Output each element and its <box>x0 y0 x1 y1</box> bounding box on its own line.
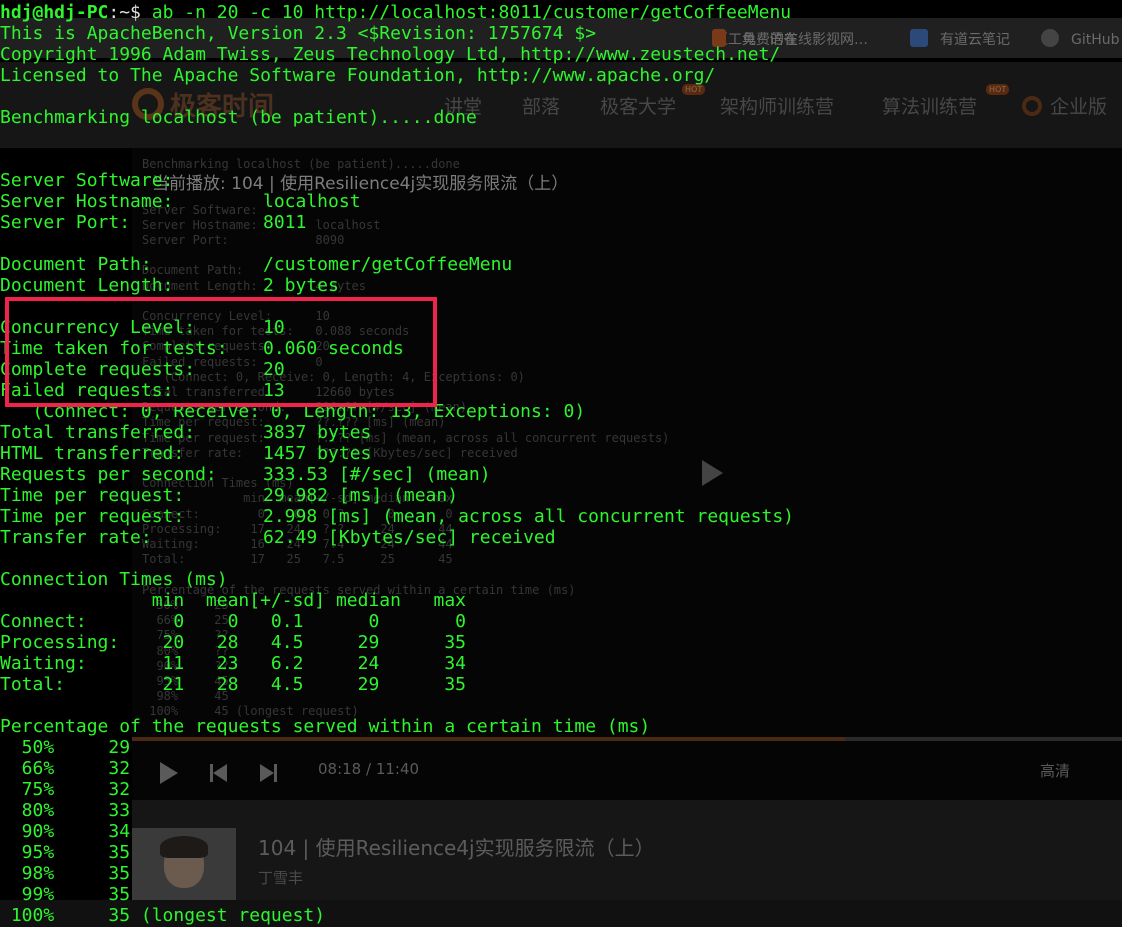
percentage-row: 75% 32 <box>0 779 131 800</box>
field-value: 1457 bytes <box>263 443 372 464</box>
field-label: Concurrency Level: <box>0 317 196 338</box>
percentage-row: 80% 33 <box>0 800 131 821</box>
document-length-line: Document Length: 2 bytes <box>0 275 339 296</box>
server-port-line: Server Port: 8011 <box>0 212 306 233</box>
connection-times-row: Processing: 20 28 4.5 29 35 <box>0 632 466 653</box>
field-value: 62.49 [Kbytes/sec] received <box>263 527 556 548</box>
connection-times-row: Total: 21 28 4.5 29 35 <box>0 674 466 695</box>
percentage-row: 99% 35 <box>0 884 131 905</box>
banner-line: This is ApacheBench, Version 2.3 <$Revis… <box>0 23 597 44</box>
percentage-row: 66% 32 <box>0 758 131 779</box>
time-per-request-line: Time per request: 29.982 [ms] (mean) <box>0 485 458 506</box>
banner-line: Licensed to The Apache Software Foundati… <box>0 65 716 86</box>
field-value: 20 <box>263 359 285 380</box>
field-label: Time per request: <box>0 506 185 527</box>
field-value: 10 <box>263 317 285 338</box>
prompt-user-host: hdj@hdj-PC <box>0 2 109 23</box>
prompt-command: ab -n 20 -c 10 http://localhost:8011/cus… <box>151 2 792 23</box>
field-label: Time taken for tests: <box>0 338 228 359</box>
field-label: Document Length: <box>0 275 174 296</box>
terminal-prompt-line: hdj@hdj-PC:~$ ab -n 20 -c 10 http://loca… <box>0 2 791 23</box>
field-label: Failed requests: <box>0 380 174 401</box>
connection-times-row: Waiting: 11 23 6.2 24 34 <box>0 653 466 674</box>
transfer-rate-line: Transfer rate: 62.49 [Kbytes/sec] receive… <box>0 527 556 548</box>
percentage-row: 90% 34 <box>0 821 131 842</box>
terminal-window[interactable]: hdj@hdj-PC:~$ ab -n 20 -c 10 http://loca… <box>0 0 1122 927</box>
failed-detail-line: (Connect: 0, Receive: 0, Length: 13, Exc… <box>0 401 586 422</box>
percentage-row: 50% 29 <box>0 737 131 758</box>
prompt-path: :~$ <box>108 2 152 23</box>
time-taken-line: Time taken for tests: 0.060 seconds <box>0 338 404 359</box>
server-hostname-line: Server Hostname: localhost <box>0 191 361 212</box>
time-per-request-concurrent-line: Time per request: 2.998 [ms] (mean, acros… <box>0 506 794 527</box>
field-label: Total transferred: <box>0 422 196 443</box>
field-value: 0.060 seconds <box>263 338 404 359</box>
connection-times-header: min mean[+/-sd] median max <box>0 590 466 611</box>
field-label: Transfer rate: <box>0 527 152 548</box>
total-transferred-line: Total transferred: 3837 bytes <box>0 422 371 443</box>
benchmarking-line: Benchmarking localhost (be patient).....… <box>0 107 477 128</box>
field-label: Server Software: <box>0 170 174 191</box>
html-transferred-line: HTML transferred: 1457 bytes <box>0 443 371 464</box>
percentage-row: 95% 35 <box>0 842 131 863</box>
field-value: 2.998 [ms] (mean, across all concurrent … <box>263 506 795 527</box>
concurrency-level-line: Concurrency Level: 10 <box>0 317 285 338</box>
percentage-row: 100% 35 (longest request) <box>0 905 326 926</box>
percentage-row: 98% 35 <box>0 863 131 884</box>
field-value: 13 <box>263 380 285 401</box>
complete-requests-line: Complete requests: 20 <box>0 359 285 380</box>
field-label: Complete requests: <box>0 359 196 380</box>
document-path-line: Document Path: /customer/getCoffeeMenu <box>0 254 512 275</box>
field-value: localhost <box>263 191 361 212</box>
field-label: Time per request: <box>0 485 185 506</box>
percentage-title: Percentage of the requests served within… <box>0 716 651 737</box>
field-label: HTML transferred: <box>0 443 185 464</box>
requests-per-second-line: Requests per second: 333.53 [#/sec] (mean… <box>0 464 491 485</box>
field-value: 8011 <box>263 212 307 233</box>
banner-line: Copyright 1996 Adam Twiss, Zeus Technolo… <box>0 44 781 65</box>
field-value: /customer/getCoffeeMenu <box>263 254 513 275</box>
field-value: 3837 bytes <box>263 422 372 443</box>
connection-times-row: Connect: 0 0 0.1 0 0 <box>0 611 466 632</box>
field-label: Server Port: <box>0 212 131 233</box>
field-label: Document Path: <box>0 254 152 275</box>
field-value: 29.982 [ms] (mean) <box>263 485 459 506</box>
connection-times-title: Connection Times (ms) <box>0 569 228 590</box>
field-value: 333.53 [#/sec] (mean) <box>263 464 491 485</box>
field-value: 2 bytes <box>263 275 339 296</box>
failed-requests-line: Failed requests: 13 <box>0 380 285 401</box>
server-software-line: Server Software: <box>0 170 173 191</box>
field-label: Server Hostname: <box>0 191 174 212</box>
field-label: Requests per second: <box>0 464 217 485</box>
